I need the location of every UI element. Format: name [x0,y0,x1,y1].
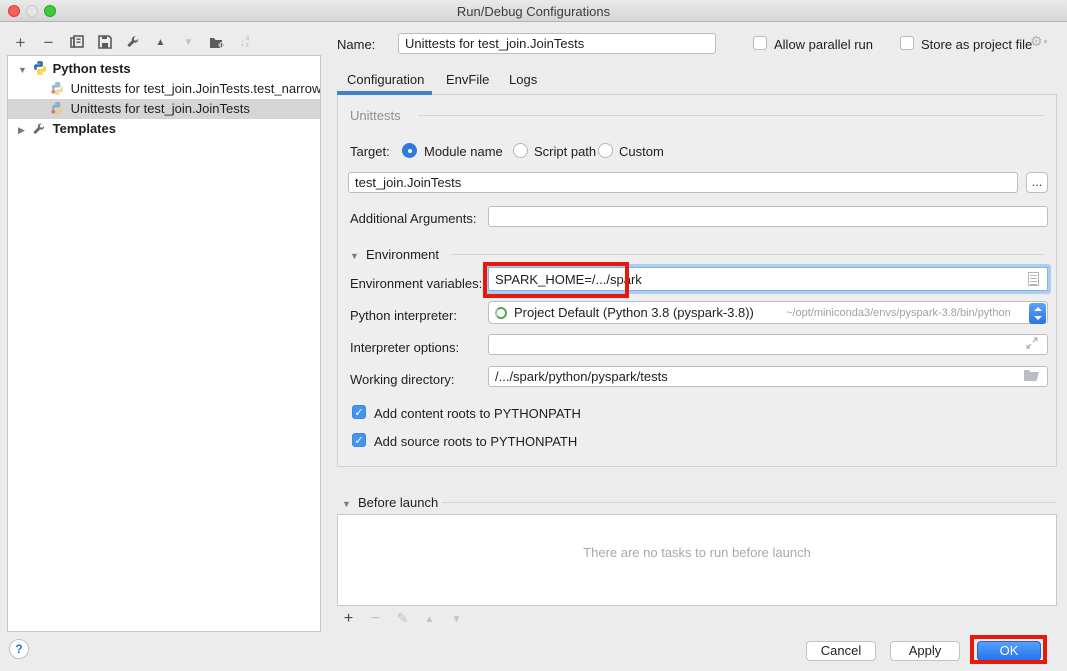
before-launch-tasks-panel: There are no tasks to run before launch [337,514,1057,606]
move-up-icon[interactable]: ▲ [422,614,437,625]
expand-field-icon[interactable] [1026,337,1038,352]
name-input[interactable] [398,33,716,54]
tab-configuration[interactable]: Configuration [347,72,424,87]
edit-icon[interactable]: ✎ [395,611,410,627]
new-folder-icon[interactable] [208,34,225,51]
env-vars-editor-icon[interactable] [1028,272,1039,286]
tree-item-label: Python tests [53,61,131,76]
radio-script-path-label[interactable]: Script path [534,144,596,159]
tab-logs[interactable]: Logs [509,72,537,87]
annotation-env-vars-highlight [483,262,629,298]
python-icon [32,60,48,76]
additional-arguments-input[interactable] [488,206,1048,227]
unittests-group-label: Unittests [350,108,401,123]
tree-item-python-tests[interactable]: ▼ Python tests [8,59,320,79]
no-tasks-message: There are no tasks to run before launch [338,545,1056,560]
radio-module-name[interactable] [402,143,417,158]
chevron-down-icon[interactable]: ▼ [350,251,359,261]
wrench-icon [32,122,48,138]
run-debug-configurations-dialog: Run/Debug Configurations + − ▲ ▼ ↓az ▼ P… [0,0,1067,671]
python-icon [50,101,66,117]
tree-item-label: Templates [53,121,116,136]
radio-custom[interactable] [598,143,613,158]
store-project-label[interactable]: Store as project file [921,37,1032,52]
store-project-checkbox[interactable] [900,36,914,50]
interpreter-value: Project Default (Python 3.8 (pyspark-3.8… [514,305,754,320]
before-launch-label[interactable]: Before launch [358,495,438,510]
allow-parallel-label[interactable]: Allow parallel run [774,37,873,52]
save-icon[interactable] [96,34,113,51]
group-divider [442,502,1057,503]
move-up-icon[interactable]: ▲ [152,34,169,51]
cancel-button[interactable]: Cancel [806,641,876,661]
dropdown-spinner-icon[interactable] [1029,303,1046,324]
additional-arguments-label: Additional Arguments: [350,211,476,226]
chevron-down-icon[interactable]: ▼ [18,60,28,79]
python-interpreter-select[interactable]: Project Default (Python 3.8 (pyspark-3.8… [488,301,1048,324]
radio-script-path[interactable] [513,143,528,158]
sort-alphabetically-icon[interactable]: ↓az [236,34,253,51]
remove-icon[interactable]: − [368,610,383,628]
conda-env-icon [495,307,507,319]
browse-button[interactable]: ... [1026,172,1048,193]
add-content-roots-checkbox[interactable]: ✓ [352,405,366,419]
python-interpreter-label: Python interpreter: [350,308,457,323]
group-divider [418,115,1044,116]
sidebar-toolbar: + − ▲ ▼ ↓az [12,33,253,51]
interpreter-path: ~/opt/miniconda3/envs/pyspark-3.8/bin/py… [786,307,1011,319]
name-label: Name: [337,37,375,52]
python-icon [50,81,66,97]
apply-button[interactable]: Apply [890,641,960,661]
chevron-right-icon[interactable]: ▶ [18,120,28,139]
annotation-ok-highlight [970,635,1047,664]
radio-custom-label[interactable]: Custom [619,144,664,159]
tree-item-unittests-jointests[interactable]: Unittests for test_join.JoinTests [8,99,320,119]
target-label: Target: [350,144,390,159]
tab-envfile[interactable]: EnvFile [446,72,489,87]
move-down-icon[interactable]: ▼ [180,34,197,51]
target-module-input[interactable] [348,172,1018,193]
chevron-down-icon[interactable]: ▼ [342,499,351,509]
add-icon[interactable]: + [12,34,29,51]
working-directory-input[interactable] [488,366,1048,387]
configurations-tree: ▼ Python tests Unittests for test_join.J… [7,55,321,632]
before-launch-toolbar: + − ✎ ▲ ▼ [341,610,464,628]
tree-item-label: Unittests for test_join.JoinTests.test_n… [71,81,320,96]
window-title: Run/Debug Configurations [0,4,1067,19]
tree-item-unittests-narrow[interactable]: Unittests for test_join.JoinTests.test_n… [8,79,320,99]
copy-icon[interactable] [68,34,85,51]
help-button[interactable]: ? [9,639,29,659]
settings-gear-icon[interactable]: ⚙ [1030,34,1047,50]
titlebar: Run/Debug Configurations [0,0,1067,22]
working-directory-label: Working directory: [350,372,455,387]
edit-templates-icon[interactable] [124,34,141,51]
interpreter-options-label: Interpreter options: [350,340,459,355]
allow-parallel-checkbox[interactable] [753,36,767,50]
configuration-panel: Unittests Target: Module name Script pat… [337,95,1057,467]
remove-icon[interactable]: − [40,34,57,51]
environment-section-label[interactable]: Environment [366,247,439,262]
environment-variables-label: Environment variables: [350,276,482,291]
add-source-roots-checkbox[interactable]: ✓ [352,433,366,447]
folder-icon[interactable] [1024,369,1039,384]
tree-item-label: Unittests for test_join.JoinTests [71,101,250,116]
move-down-icon[interactable]: ▼ [449,614,464,625]
group-divider [451,254,1044,255]
tree-item-templates[interactable]: ▶ Templates [8,119,320,139]
radio-module-name-label[interactable]: Module name [424,144,503,159]
interpreter-options-input[interactable] [488,334,1048,355]
add-content-roots-label[interactable]: Add content roots to PYTHONPATH [374,406,581,421]
add-source-roots-label[interactable]: Add source roots to PYTHONPATH [374,434,577,449]
add-icon[interactable]: + [341,610,356,628]
